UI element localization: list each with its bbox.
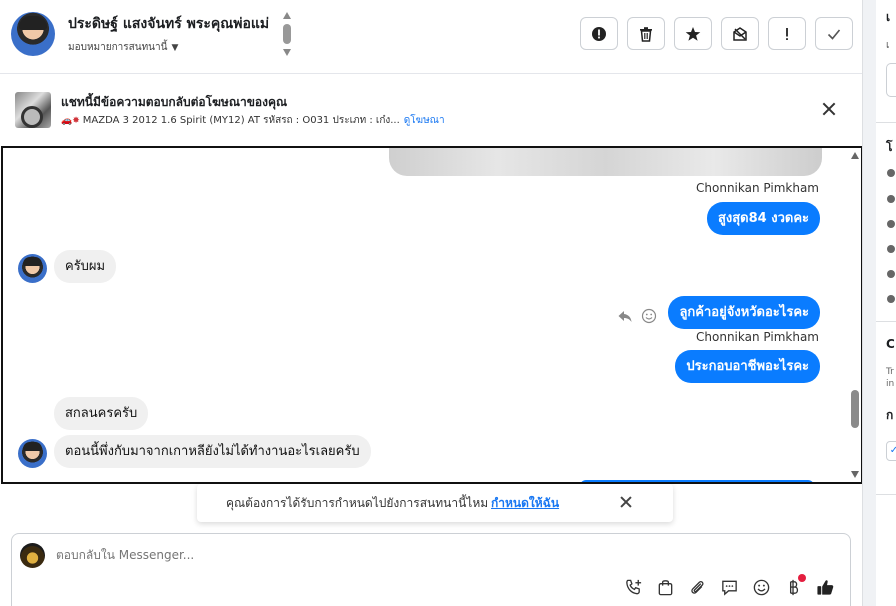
location-icon: [887, 295, 895, 303]
reply-input[interactable]: [56, 548, 556, 562]
panel-heading: เ: [886, 10, 891, 24]
scroll-up-arrow-icon[interactable]: [283, 12, 291, 19]
panel-subtext: เ: [886, 40, 890, 51]
close-icon[interactable]: [618, 494, 634, 510]
ad-reply-banner: แชทนี้มีข้อความตอบกลับต่อโฆษณาของคุณ 🚗✸ M…: [0, 75, 862, 146]
page-avatar: [20, 543, 45, 568]
clock-icon: [887, 169, 895, 177]
incoming-message[interactable]: ตอนนี้พึ่งกับมาจากเกาหลียังไม่ได้ทำงานอะ…: [54, 435, 371, 468]
composer-toolbar: [624, 574, 835, 597]
assign-conversation-dropdown[interactable]: มอบหมายการสนทนานี้ ▼: [68, 40, 178, 55]
contact-avatar[interactable]: [11, 12, 55, 56]
attach-button[interactable]: [688, 578, 707, 597]
close-icon[interactable]: [820, 100, 838, 118]
ad-description-text: MAZDA 3 2012 1.6 Spirit (MY12) AT รหัสรถ…: [82, 115, 400, 126]
thread-scrollbar[interactable]: [849, 148, 861, 482]
ad-banner-description: 🚗✸ MAZDA 3 2012 1.6 Spirit (MY12) AT รหัส…: [61, 113, 445, 128]
panel-section-heading: C: [886, 337, 895, 351]
assign-prompt-text: คุณต้องการได้รับการกำหนดไปยังการสนทนานี้…: [226, 496, 489, 510]
star-button[interactable]: [674, 17, 712, 50]
emoji-icon: [753, 579, 770, 596]
reply-icon[interactable]: [617, 308, 633, 324]
mark-spam-button[interactable]: [580, 17, 618, 50]
assign-prompt: คุณต้องการได้รับการกำหนดไปยังการสนทนานี้…: [197, 484, 673, 522]
contact-avatar-small[interactable]: [18, 254, 47, 283]
follow-up-button[interactable]: [768, 17, 806, 50]
message-sender: Chonnikan Pimkham: [696, 181, 819, 195]
contact-avatar-small[interactable]: [18, 439, 47, 468]
check-icon: [827, 28, 841, 40]
scroll-thumb[interactable]: [283, 24, 291, 44]
chevron-down-icon: ▼: [171, 43, 179, 53]
shop-button[interactable]: [656, 578, 675, 597]
panel-section-heading: โ: [886, 140, 893, 154]
exclamation-icon: [786, 27, 788, 40]
emoji-button[interactable]: [752, 578, 771, 597]
scroll-thumb[interactable]: [851, 390, 859, 428]
shopping-bag-icon: [658, 580, 673, 596]
message-thread[interactable]: Chonnikan Pimkham สูงสุด84 งวดคะ ครับผม …: [1, 146, 863, 484]
notification-dot: [798, 574, 806, 582]
panel-divider: [876, 321, 896, 322]
conversation-actions: [580, 17, 853, 50]
panel-divider: [876, 494, 896, 495]
conversation-pane: ประดิษฐ์ แสงจันทร์ พระคุณพ่อแม่ มอบหมายก…: [0, 0, 863, 606]
star-icon: [685, 26, 701, 41]
call-button[interactable]: [624, 578, 643, 597]
assign-to-me-link[interactable]: กำหนดให้ฉัน: [491, 494, 559, 513]
ad-thumbnail[interactable]: [15, 92, 51, 128]
conversation-header: ประดิษฐ์ แสงจันทร์ พระคุณพ่อแม่ มอบหมายก…: [0, 0, 862, 74]
pane-divider: [862, 0, 876, 606]
outgoing-message[interactable]: ลูกค้าอยู่จังหวัดอะไรคะ: [668, 296, 820, 329]
spam-icon: [592, 26, 606, 41]
message-composer: [11, 533, 851, 606]
education-icon: [887, 245, 895, 253]
image-attachment[interactable]: [389, 148, 822, 176]
message-actions: [617, 308, 657, 324]
incoming-message[interactable]: สกลนครครับ: [54, 397, 149, 430]
ad-banner-title: แชทนี้มีข้อความตอบกลับต่อโฆษณาของคุณ: [61, 95, 288, 109]
like-icon: [887, 195, 895, 203]
thumbs-up-icon: [817, 580, 834, 595]
panel-checkbox[interactable]: ✓: [886, 441, 896, 461]
scroll-down-arrow-icon[interactable]: [851, 471, 859, 478]
panel-input-field[interactable]: [886, 63, 896, 97]
briefcase-icon: [887, 220, 895, 228]
inbox-app: ประดิษฐ์ แสงจันทร์ พระคุณพ่อแม่ มอบหมายก…: [0, 0, 896, 606]
mark-done-button[interactable]: [815, 17, 853, 50]
react-emoji-icon[interactable]: [641, 308, 657, 324]
contact-name[interactable]: ประดิษฐ์ แสงจันทร์ พระคุณพ่อแม่: [68, 13, 269, 35]
car-emoji-icon: 🚗✸: [61, 116, 80, 126]
view-ad-link[interactable]: ดูโฆษณา: [404, 115, 445, 126]
trash-icon: [640, 26, 652, 42]
message-sender: Chonnikan Pimkham: [696, 330, 819, 344]
like-button[interactable]: [816, 578, 835, 597]
panel-section-heading: ก: [886, 408, 894, 422]
header-scrollbar[interactable]: [282, 12, 292, 58]
panel-divider: [876, 122, 896, 123]
contact-details-panel: เ เ โ C Tr in ก ✓: [876, 0, 896, 606]
outgoing-message[interactable]: สูงสุด84 งวดคะ: [706, 202, 820, 235]
delete-button[interactable]: [627, 17, 665, 50]
mark-unread-icon: [733, 26, 747, 41]
scroll-down-arrow-icon[interactable]: [283, 49, 291, 56]
paperclip-icon: [691, 580, 704, 594]
incoming-message[interactable]: ครับผม: [54, 250, 117, 283]
scroll-up-arrow-icon[interactable]: [851, 152, 859, 159]
phone-add-icon: [626, 579, 642, 595]
chat-bubble-icon: [722, 580, 737, 596]
panel-section-text: Tr in: [886, 367, 895, 389]
payment-button[interactable]: [784, 574, 806, 597]
outgoing-message[interactable]: ประกอบอาชีพอะไรคะ: [675, 350, 820, 383]
mark-unread-button[interactable]: [721, 17, 759, 50]
assign-label: มอบหมายการสนทนานี้: [68, 42, 168, 53]
location-icon: [887, 270, 895, 278]
saved-replies-button[interactable]: [720, 578, 739, 597]
